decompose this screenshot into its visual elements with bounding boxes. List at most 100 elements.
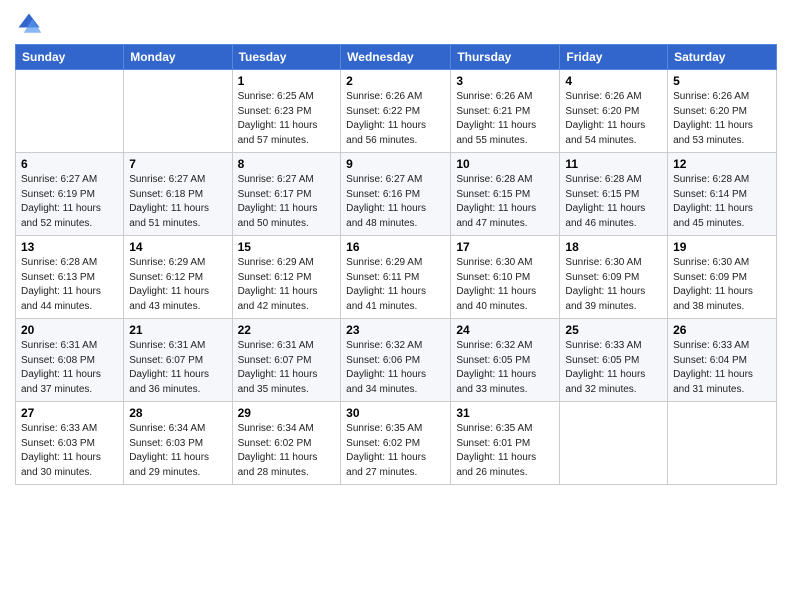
day-number: 5 (673, 74, 771, 88)
calendar-cell: 31 Sunrise: 6:35 AM Sunset: 6:01 PM Dayli… (451, 402, 560, 485)
day-info: Sunrise: 6:27 AM Sunset: 6:18 PM Dayligh… (129, 173, 226, 231)
header (15, 10, 777, 38)
calendar-cell: 6Sunrise: 6:27 AM Sunset: 6:19 PM Daylig… (16, 153, 124, 236)
day-number: 11 (565, 157, 662, 171)
weekday-header: Thursday (451, 45, 560, 70)
day-info: Sunrise: 6:29 AM Sunset: 6:11 PM Dayligh… (346, 256, 445, 314)
day-info: Sunrise: 6:35 AM Sunset: 6:02 PM Dayligh… (346, 422, 445, 480)
day-number: 24 (456, 323, 554, 337)
calendar: SundayMondayTuesdayWednesdayThursdayFrid… (15, 44, 777, 485)
day-info: Sunrise: 6:31 AM Sunset: 6:07 PM Dayligh… (129, 339, 226, 397)
day-info: Sunrise: 6:32 AM Sunset: 6:05 PM Dayligh… (456, 339, 554, 397)
calendar-cell (16, 70, 124, 153)
day-number: 26 (673, 323, 771, 337)
day-info: Sunrise: 6:30 AM Sunset: 6:10 PM Dayligh… (456, 256, 554, 314)
day-info: Sunrise: 6:33 AM Sunset: 6:04 PM Dayligh… (673, 339, 771, 397)
calendar-cell: 13 Sunrise: 6:28 AM Sunset: 6:13 PM Dayli… (16, 236, 124, 319)
day-info: Sunrise: 6:34 AM Sunset: 6:02 PM Dayligh… (238, 422, 336, 480)
day-number: 22 (238, 323, 336, 337)
calendar-cell: 1 Sunrise: 6:25 AM Sunset: 6:23 PM Daylig… (232, 70, 341, 153)
calendar-cell: 3 Sunrise: 6:26 AM Sunset: 6:21 PM Daylig… (451, 70, 560, 153)
day-info: Sunrise: 6:35 AM Sunset: 6:01 PM Dayligh… (456, 422, 554, 480)
day-number: 12 (673, 157, 771, 171)
calendar-cell: 19 Sunrise: 6:30 AM Sunset: 6:09 PM Dayli… (668, 236, 777, 319)
day-number: 25 (565, 323, 662, 337)
day-number: 27 (21, 406, 118, 420)
page: SundayMondayTuesdayWednesdayThursdayFrid… (0, 0, 792, 612)
day-number: 19 (673, 240, 771, 254)
day-info: Sunrise: 6:33 AM Sunset: 6:05 PM Dayligh… (565, 339, 662, 397)
day-number: 31 (456, 406, 554, 420)
day-info: Sunrise: 6:28 AM Sunset: 6:13 PM Dayligh… (21, 256, 118, 314)
day-number: 8 (238, 157, 336, 171)
calendar-cell: 15 Sunrise: 6:29 AM Sunset: 6:12 PM Dayli… (232, 236, 341, 319)
day-info: Sunrise: 6:27 AM Sunset: 6:17 PM Dayligh… (238, 173, 336, 231)
day-number: 17 (456, 240, 554, 254)
day-number: 18 (565, 240, 662, 254)
logo-icon (15, 10, 43, 38)
day-number: 2 (346, 74, 445, 88)
calendar-cell: 16 Sunrise: 6:29 AM Sunset: 6:11 PM Dayli… (341, 236, 451, 319)
calendar-cell: 12 Sunrise: 6:28 AM Sunset: 6:14 PM Dayli… (668, 153, 777, 236)
calendar-week-row: 13 Sunrise: 6:28 AM Sunset: 6:13 PM Dayli… (16, 236, 777, 319)
calendar-cell (560, 402, 668, 485)
calendar-cell: 22 Sunrise: 6:31 AM Sunset: 6:07 PM Dayli… (232, 319, 341, 402)
day-info: Sunrise: 6:26 AM Sunset: 6:21 PM Dayligh… (456, 90, 554, 148)
calendar-cell: 27Sunrise: 6:33 AM Sunset: 6:03 PM Dayli… (16, 402, 124, 485)
weekday-header: Sunday (16, 45, 124, 70)
calendar-cell: 26 Sunrise: 6:33 AM Sunset: 6:04 PM Dayli… (668, 319, 777, 402)
day-number: 21 (129, 323, 226, 337)
calendar-cell: 4 Sunrise: 6:26 AM Sunset: 6:20 PM Daylig… (560, 70, 668, 153)
day-number: 29 (238, 406, 336, 420)
day-info: Sunrise: 6:26 AM Sunset: 6:20 PM Dayligh… (673, 90, 771, 148)
day-info: Sunrise: 6:29 AM Sunset: 6:12 PM Dayligh… (129, 256, 226, 314)
calendar-cell: 23Sunrise: 6:32 AM Sunset: 6:06 PM Dayli… (341, 319, 451, 402)
calendar-cell: 5 Sunrise: 6:26 AM Sunset: 6:20 PM Daylig… (668, 70, 777, 153)
day-info: Sunrise: 6:30 AM Sunset: 6:09 PM Dayligh… (673, 256, 771, 314)
day-number: 23 (346, 323, 445, 337)
calendar-cell: 10Sunrise: 6:28 AM Sunset: 6:15 PM Dayli… (451, 153, 560, 236)
weekday-header: Friday (560, 45, 668, 70)
weekday-header: Saturday (668, 45, 777, 70)
day-number: 28 (129, 406, 226, 420)
day-number: 20 (21, 323, 118, 337)
day-number: 15 (238, 240, 336, 254)
calendar-cell: 8 Sunrise: 6:27 AM Sunset: 6:17 PM Daylig… (232, 153, 341, 236)
day-number: 13 (21, 240, 118, 254)
calendar-cell (124, 70, 232, 153)
day-info: Sunrise: 6:26 AM Sunset: 6:20 PM Dayligh… (565, 90, 662, 148)
day-info: Sunrise: 6:31 AM Sunset: 6:08 PM Dayligh… (21, 339, 118, 397)
day-number: 7 (129, 157, 226, 171)
calendar-cell: 29 Sunrise: 6:34 AM Sunset: 6:02 PM Dayli… (232, 402, 341, 485)
calendar-cell: 11 Sunrise: 6:28 AM Sunset: 6:15 PM Dayli… (560, 153, 668, 236)
calendar-cell: 25 Sunrise: 6:33 AM Sunset: 6:05 PM Dayli… (560, 319, 668, 402)
calendar-week-row: 20 Sunrise: 6:31 AM Sunset: 6:08 PM Dayli… (16, 319, 777, 402)
calendar-cell: 30Sunrise: 6:35 AM Sunset: 6:02 PM Dayli… (341, 402, 451, 485)
calendar-cell: 20 Sunrise: 6:31 AM Sunset: 6:08 PM Dayli… (16, 319, 124, 402)
logo (15, 10, 47, 38)
calendar-cell: 14 Sunrise: 6:29 AM Sunset: 6:12 PM Dayli… (124, 236, 232, 319)
calendar-cell: 18Sunrise: 6:30 AM Sunset: 6:09 PM Dayli… (560, 236, 668, 319)
calendar-cell: 2Sunrise: 6:26 AM Sunset: 6:22 PM Daylig… (341, 70, 451, 153)
day-info: Sunrise: 6:27 AM Sunset: 6:19 PM Dayligh… (21, 173, 118, 231)
day-info: Sunrise: 6:28 AM Sunset: 6:15 PM Dayligh… (565, 173, 662, 231)
day-number: 14 (129, 240, 226, 254)
day-info: Sunrise: 6:27 AM Sunset: 6:16 PM Dayligh… (346, 173, 445, 231)
day-number: 3 (456, 74, 554, 88)
weekday-header: Monday (124, 45, 232, 70)
day-number: 16 (346, 240, 445, 254)
day-info: Sunrise: 6:31 AM Sunset: 6:07 PM Dayligh… (238, 339, 336, 397)
calendar-cell: 9 Sunrise: 6:27 AM Sunset: 6:16 PM Daylig… (341, 153, 451, 236)
day-info: Sunrise: 6:25 AM Sunset: 6:23 PM Dayligh… (238, 90, 336, 148)
day-info: Sunrise: 6:29 AM Sunset: 6:12 PM Dayligh… (238, 256, 336, 314)
day-number: 1 (238, 74, 336, 88)
day-info: Sunrise: 6:28 AM Sunset: 6:14 PM Dayligh… (673, 173, 771, 231)
day-number: 9 (346, 157, 445, 171)
day-info: Sunrise: 6:28 AM Sunset: 6:15 PM Dayligh… (456, 173, 554, 231)
day-number: 4 (565, 74, 662, 88)
weekday-header-row: SundayMondayTuesdayWednesdayThursdayFrid… (16, 45, 777, 70)
calendar-week-row: 27Sunrise: 6:33 AM Sunset: 6:03 PM Dayli… (16, 402, 777, 485)
weekday-header: Wednesday (341, 45, 451, 70)
calendar-cell: 17 Sunrise: 6:30 AM Sunset: 6:10 PM Dayli… (451, 236, 560, 319)
calendar-cell: 7 Sunrise: 6:27 AM Sunset: 6:18 PM Daylig… (124, 153, 232, 236)
